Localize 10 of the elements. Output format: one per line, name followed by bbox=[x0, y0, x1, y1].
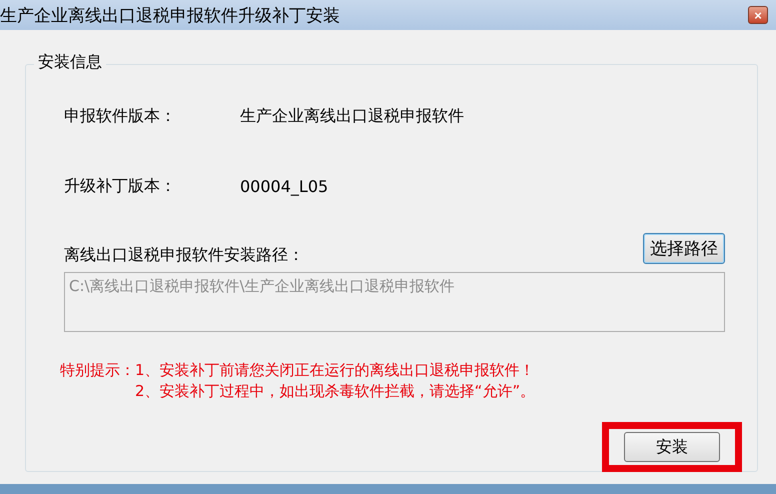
field-value: 生产企业离线出口退税申报软件 bbox=[240, 106, 464, 126]
warning-text: 1、安装补丁前请您关闭正在运行的离线出口退税申报软件！ bbox=[135, 360, 536, 381]
field-value: 00004_L05 bbox=[240, 176, 328, 196]
install-button[interactable]: 安装 bbox=[624, 432, 720, 462]
field-label: 申报软件版本： bbox=[64, 106, 177, 126]
field-label: 离线出口退税申报软件安装路径： bbox=[64, 245, 304, 266]
field-label: 升级补丁版本： bbox=[64, 176, 177, 196]
warning-text: 2、安装补丁过程中，如出现杀毒软件拦截，请选择“允许”。 bbox=[135, 381, 536, 402]
window-title: 生产企业离线出口退税申报软件升级补丁安装 bbox=[0, 4, 340, 26]
warning-label: 特别提示： bbox=[60, 360, 135, 381]
